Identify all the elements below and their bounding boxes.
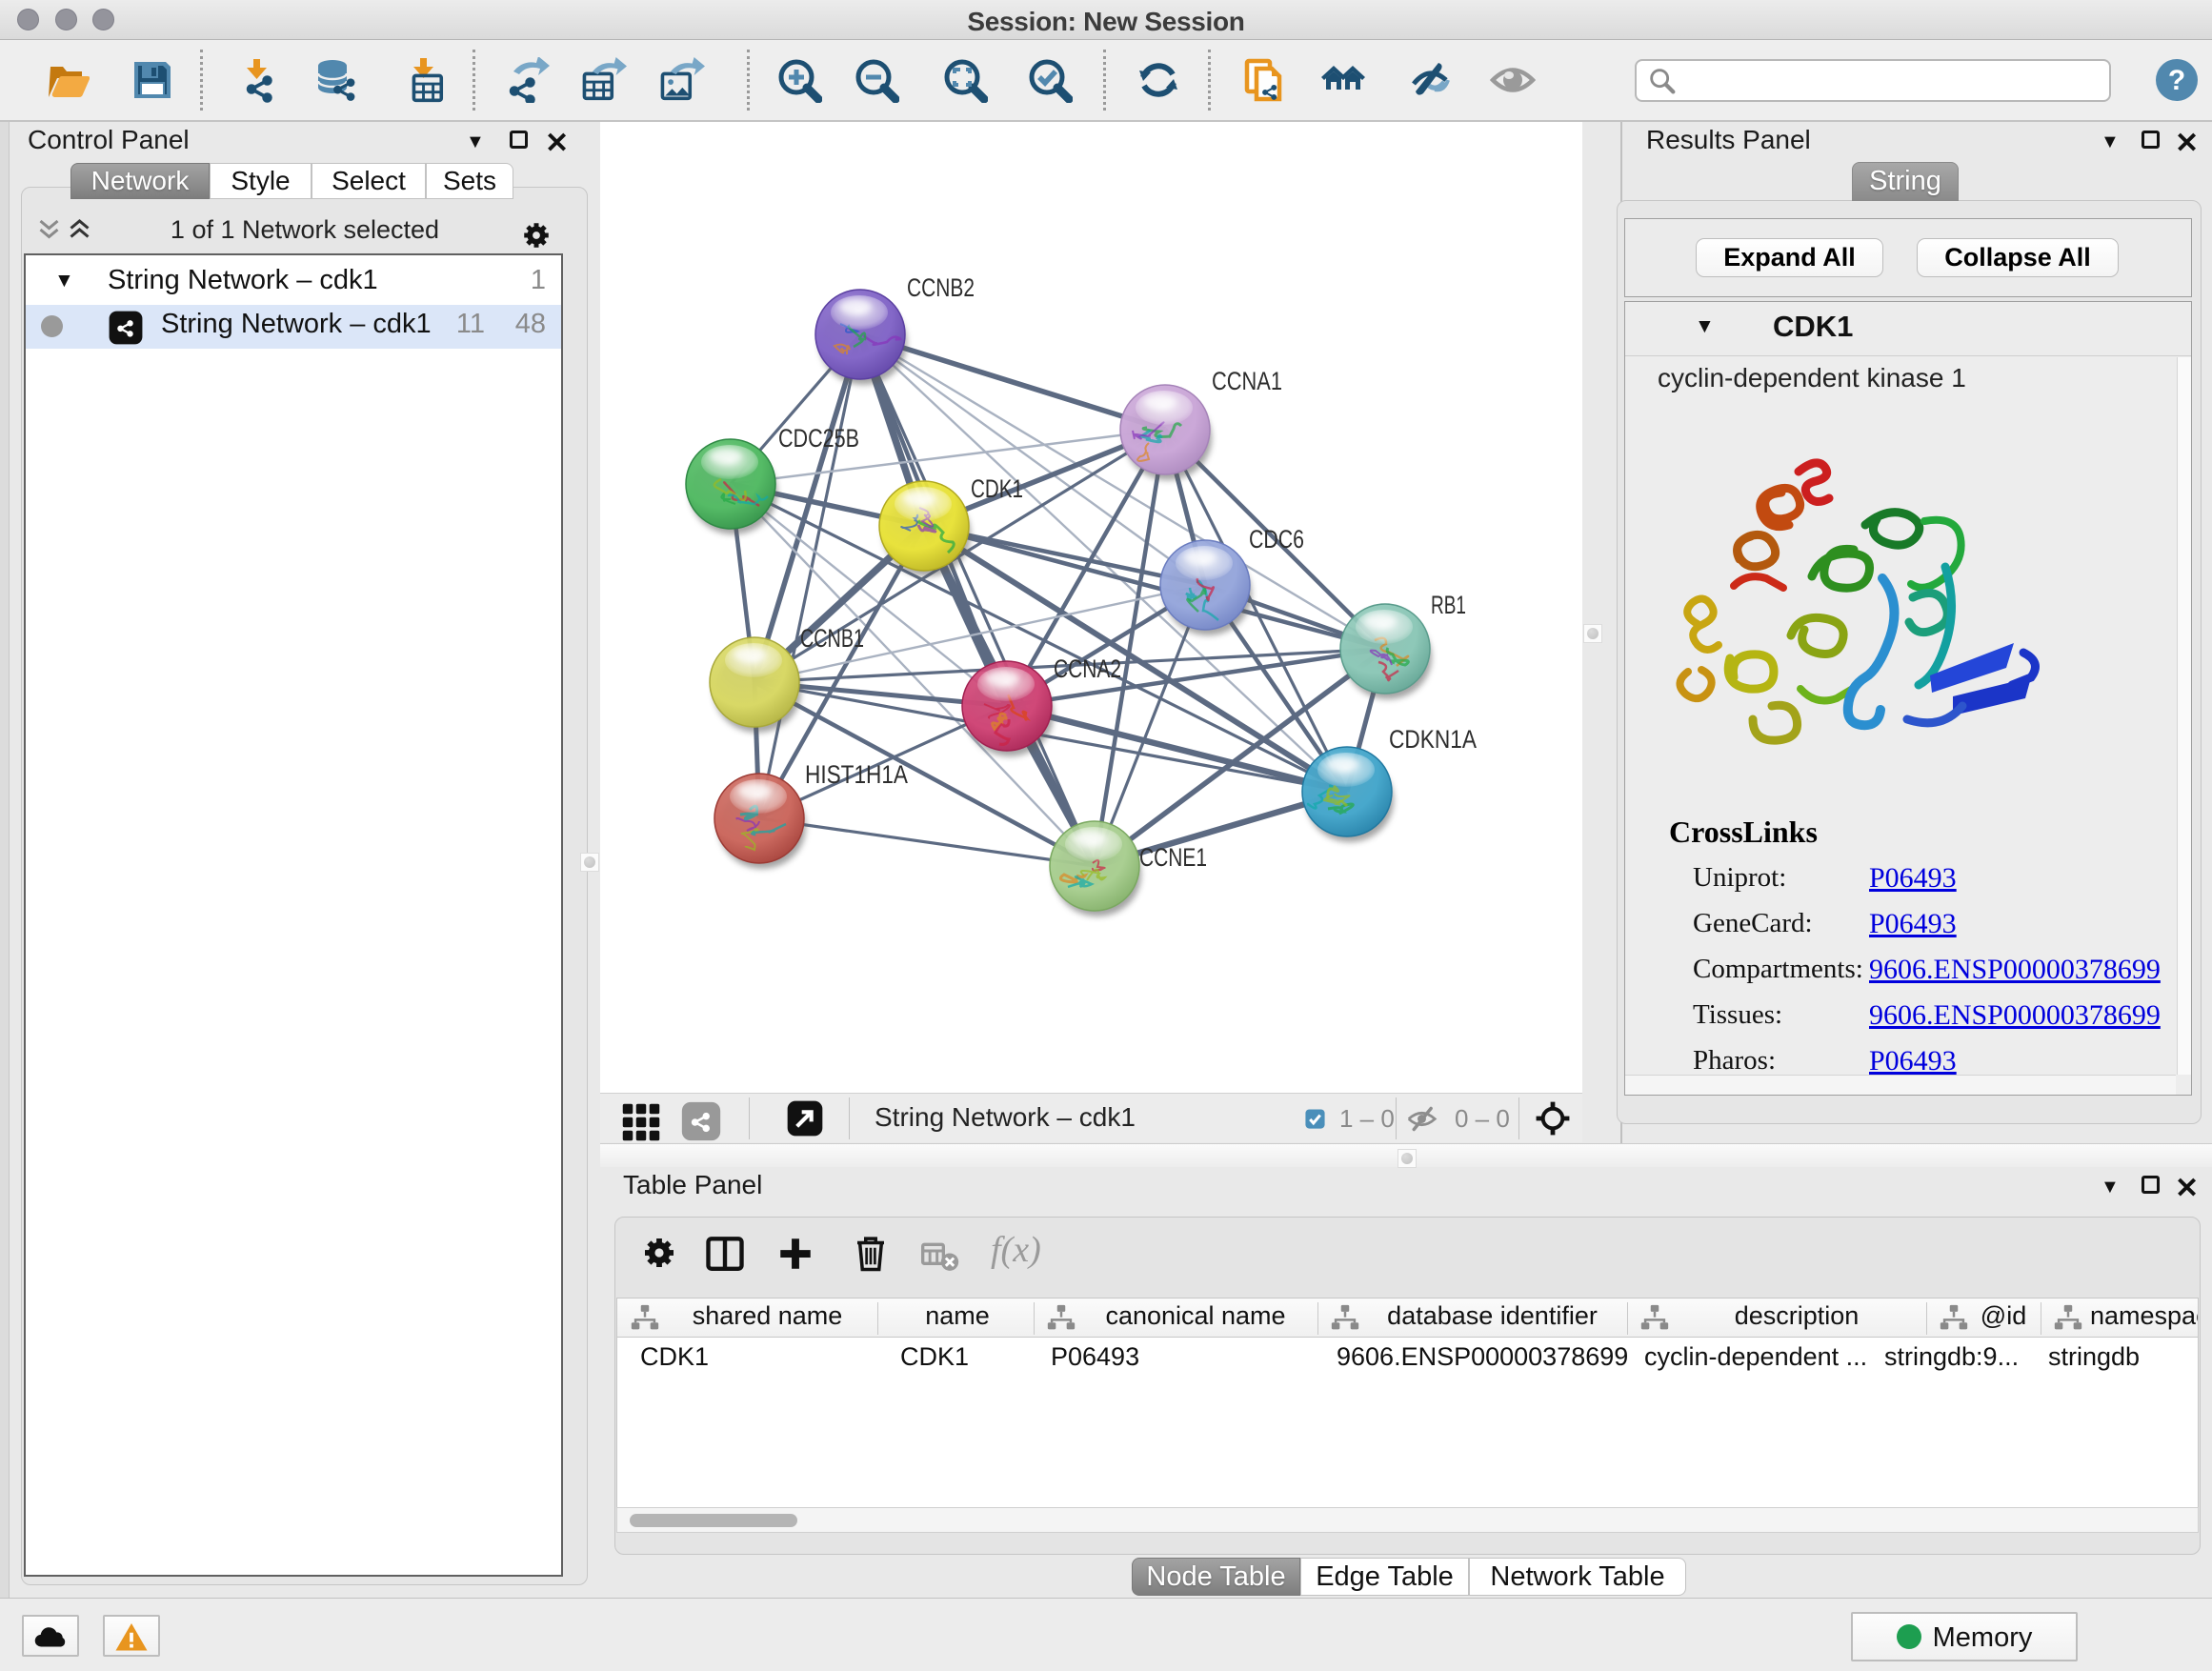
svg-text:CCNB1: CCNB1	[800, 624, 864, 653]
svg-text:?: ?	[2168, 65, 2185, 96]
svg-text:CCNB2: CCNB2	[907, 273, 975, 302]
svg-text:CCNA2: CCNA2	[1054, 654, 1121, 683]
svg-text:CDC6: CDC6	[1249, 525, 1304, 554]
svg-text:CCNE1: CCNE1	[1139, 843, 1207, 872]
svg-text:CDKN1A: CDKN1A	[1389, 725, 1477, 754]
svg-text:RB1: RB1	[1431, 591, 1466, 619]
svg-text:CDC25B: CDC25B	[778, 424, 859, 453]
svg-text:CDK1: CDK1	[971, 474, 1023, 503]
svg-text:CCNA1: CCNA1	[1212, 367, 1282, 395]
svg-text:HIST1H1A: HIST1H1A	[805, 760, 908, 789]
